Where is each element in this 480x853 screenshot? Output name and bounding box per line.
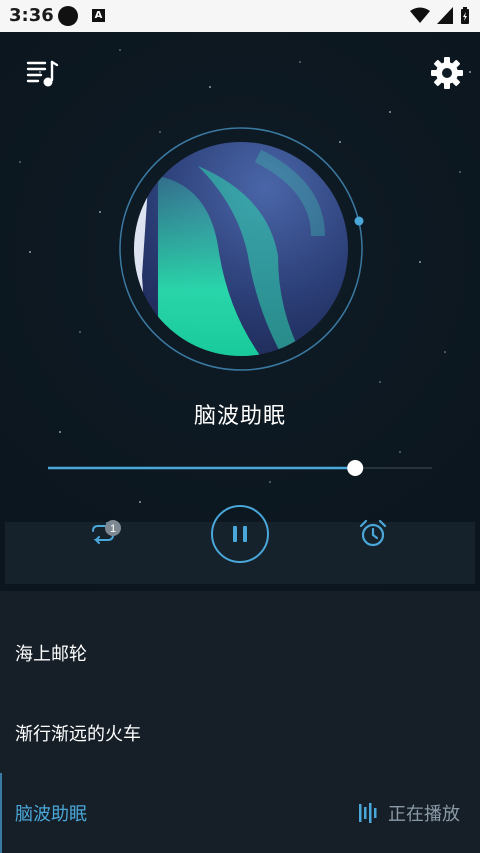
track-title: 脑波助眠 [193, 404, 286, 429]
status-bar: 3:36 A [0, 0, 480, 32]
player-screen: 3:36 A 脑波助眠 1 海上邮轮 渐行渐远的火车 脑波助眠 正在播放 [0, 0, 480, 853]
pause-icon [233, 526, 237, 542]
album-art-disc [119, 127, 364, 371]
notification-letter-icon: A [92, 9, 105, 22]
battery-icon [461, 7, 469, 24]
playlist: 海上邮轮 渐行渐远的火车 脑波助眠 正在播放 [0, 591, 480, 853]
seek-bar[interactable] [48, 459, 432, 477]
equalizer-icon [359, 803, 377, 823]
seek-bar-thumb[interactable] [347, 460, 364, 476]
playlist-item-label: 渐行渐远的火车 [15, 724, 141, 745]
playlist-item[interactable]: 海上邮轮 [0, 613, 480, 693]
repeat-badge: 1 [110, 523, 116, 535]
playlist-item[interactable]: 渐行渐远的火车 [0, 693, 480, 773]
repeat-one-icon[interactable]: 1 [88, 519, 124, 549]
current-indicator [0, 773, 2, 853]
pause-button[interactable] [210, 504, 270, 564]
playlist-item-label: 海上邮轮 [15, 644, 87, 665]
alarm-timer-icon[interactable] [358, 518, 388, 548]
now-playing-label: 正在播放 [388, 804, 460, 825]
signal-icon [437, 7, 453, 24]
notification-dot-icon [58, 6, 78, 26]
playlist-item-current[interactable]: 脑波助眠 正在播放 [0, 773, 480, 853]
playlist-music-icon[interactable] [25, 56, 59, 90]
status-time: 3:36 [9, 5, 54, 26]
wifi-icon [410, 7, 430, 23]
status-icons [410, 7, 470, 25]
now-playing-indicator: 正在播放 [358, 800, 460, 826]
playlist-item-label: 脑波助眠 [15, 804, 87, 825]
gear-icon[interactable] [430, 56, 464, 90]
